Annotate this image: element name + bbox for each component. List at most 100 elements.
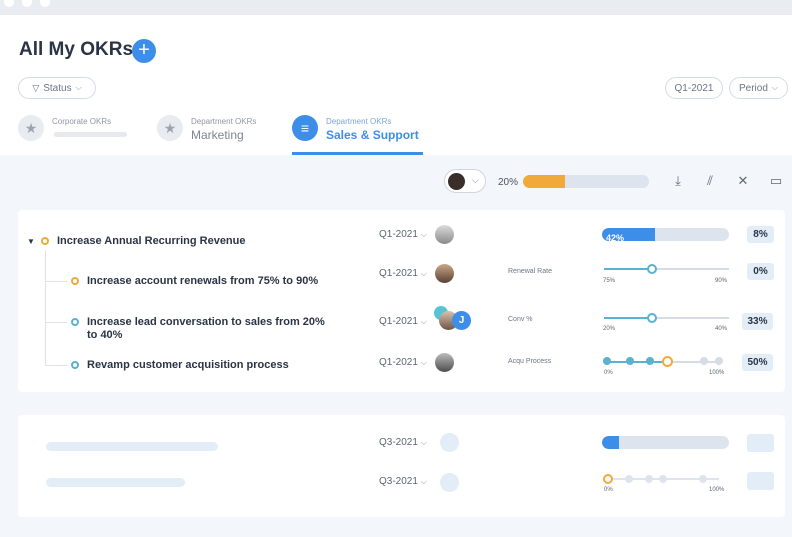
- window-chrome: [0, 0, 792, 15]
- tree-connector: [45, 281, 67, 282]
- tab-corporate-okrs[interactable]: ★ Corporate OKRs: [18, 115, 138, 145]
- kr-metric-label: Acqu Process: [508, 358, 552, 365]
- kr-milestone[interactable]: [662, 356, 673, 367]
- download-icon[interactable]: ⤓: [669, 172, 687, 190]
- objective-progress-fill: 42%: [602, 228, 656, 241]
- objective-score-badge: 8%: [747, 226, 774, 243]
- period-filter-label: Period: [739, 82, 768, 94]
- quarter-label: Q1-2021: [379, 357, 418, 368]
- tab-sales-support[interactable]: ≡ Department OKRs Sales & Support: [292, 115, 423, 145]
- kr-metric-label: Renewal Rate: [508, 268, 552, 275]
- window-minimize-dot[interactable]: [22, 0, 32, 7]
- placeholder-target-value: 100%: [709, 487, 725, 493]
- tab-main-label: Marketing: [191, 128, 244, 142]
- kr-status-dot: [71, 318, 79, 326]
- kr-title[interactable]: Increase lead conversation to sales from…: [87, 316, 327, 342]
- overall-progress-fill: [523, 175, 565, 188]
- avatar[interactable]: [435, 353, 454, 372]
- chevron-down-icon: ⌵: [420, 358, 427, 367]
- kr-start-value: 0%: [604, 370, 613, 376]
- comment-icon[interactable]: ▭: [767, 172, 785, 190]
- kr-milestone[interactable]: [646, 357, 654, 365]
- placeholder-title: [46, 442, 218, 451]
- kr-target-value: 100%: [709, 370, 725, 376]
- tab-marketing[interactable]: ★ Department OKRs Marketing: [157, 115, 277, 145]
- quarter-label: Q3-2021: [379, 476, 418, 487]
- kr-milestone[interactable]: [626, 357, 634, 365]
- document-icon: ≡: [292, 115, 318, 141]
- placeholder-start-value: 0%: [604, 487, 613, 493]
- kr-quarter[interactable]: Q1-2021 ⌵: [379, 316, 427, 327]
- owner-selector[interactable]: ⌵: [444, 169, 486, 193]
- kr-status-dot: [71, 277, 79, 285]
- kr-target-value: 40%: [715, 326, 728, 332]
- placeholder-milestone: [625, 475, 633, 483]
- kr-slider-fill: [604, 317, 652, 319]
- quarter-filter[interactable]: Q1-2021: [665, 77, 723, 99]
- placeholder-quarter[interactable]: Q3-2021 ⌵: [379, 476, 427, 487]
- quarter-label: Q3-2021: [379, 437, 418, 448]
- tree-connector: [45, 365, 67, 366]
- period-filter[interactable]: Period ⌵: [729, 77, 788, 99]
- chevron-down-icon: ⌵: [420, 317, 427, 326]
- star-icon: ★: [157, 115, 183, 141]
- kr-quarter[interactable]: Q1-2021 ⌵: [379, 268, 427, 279]
- placeholder-avatar: [440, 473, 459, 492]
- avatar[interactable]: [435, 225, 454, 244]
- tree-connector: [45, 250, 46, 366]
- tab-sub-label: Department OKRs: [326, 117, 392, 126]
- objective-progress-label: 42%: [606, 233, 625, 241]
- kr-slider-knob[interactable]: [647, 264, 657, 274]
- kr-milestone[interactable]: [603, 357, 611, 365]
- chevron-down-icon: ⌵: [420, 230, 427, 239]
- kr-milestone[interactable]: [715, 357, 723, 365]
- placeholder-milestone: [659, 475, 667, 483]
- placeholder-milestone: [645, 475, 653, 483]
- quarter-filter-label: Q1-2021: [674, 82, 714, 94]
- chevron-down-icon: ⌵: [420, 269, 427, 278]
- kr-start-value: 20%: [603, 326, 616, 332]
- window-maximize-dot[interactable]: [40, 0, 50, 7]
- objective-status-dot: [41, 237, 49, 245]
- kr-slider-fill: [604, 268, 652, 270]
- placeholder-progress-fill: [602, 436, 619, 449]
- quarter-label: Q1-2021: [379, 229, 418, 240]
- placeholder-badge: [747, 434, 774, 452]
- placeholder-title: [46, 478, 185, 487]
- placeholder-milestone: [699, 475, 707, 483]
- page-title: All My OKRs: [19, 39, 134, 60]
- filter-icon: ▽: [32, 82, 40, 93]
- status-filter-label: Status: [43, 82, 72, 94]
- chevron-down-icon: ⌵: [420, 477, 427, 486]
- kr-status-dot: [71, 361, 79, 369]
- tab-sub-label: Department OKRs: [191, 117, 257, 126]
- kr-quarter[interactable]: Q1-2021 ⌵: [379, 357, 427, 368]
- placeholder-progress-bar: [602, 436, 729, 449]
- objective-quarter[interactable]: Q1-2021 ⌵: [379, 229, 427, 240]
- quarter-label: Q1-2021: [379, 268, 418, 279]
- caret-down-icon[interactable]: ▼: [27, 237, 35, 246]
- kr-score-badge: 50%: [742, 354, 773, 371]
- kr-title[interactable]: Revamp customer acquisition process: [87, 359, 289, 372]
- tree-connector: [45, 322, 67, 323]
- kr-milestone-fill: [607, 361, 667, 363]
- add-okr-button[interactable]: +: [132, 39, 156, 63]
- collapse-icon[interactable]: ✕: [734, 172, 752, 190]
- kr-slider-knob[interactable]: [647, 313, 657, 323]
- status-filter[interactable]: ▽ Status ⌵: [18, 77, 96, 99]
- kr-milestone[interactable]: [700, 357, 708, 365]
- objective-title[interactable]: Increase Annual Recurring Revenue: [57, 235, 246, 248]
- chevron-down-icon: ⌵: [75, 83, 82, 92]
- chart-icon[interactable]: ⫽: [701, 172, 719, 190]
- kr-title[interactable]: Increase account renewals from 75% to 90…: [87, 275, 318, 288]
- page-header: All My OKRs + ▽ Status ⌵ Q1-2021 Period …: [0, 15, 792, 155]
- placeholder-quarter[interactable]: Q3-2021 ⌵: [379, 437, 427, 448]
- kr-score-badge: 0%: [747, 263, 774, 280]
- overall-progress-label: 20%: [498, 177, 519, 188]
- star-icon: ★: [18, 115, 44, 141]
- quarter-label: Q1-2021: [379, 316, 418, 327]
- tab-placeholder-bar: [54, 132, 127, 137]
- avatar[interactable]: [435, 264, 454, 283]
- assignee-initial-avatar[interactable]: J: [452, 311, 471, 330]
- window-close-dot[interactable]: [4, 0, 14, 7]
